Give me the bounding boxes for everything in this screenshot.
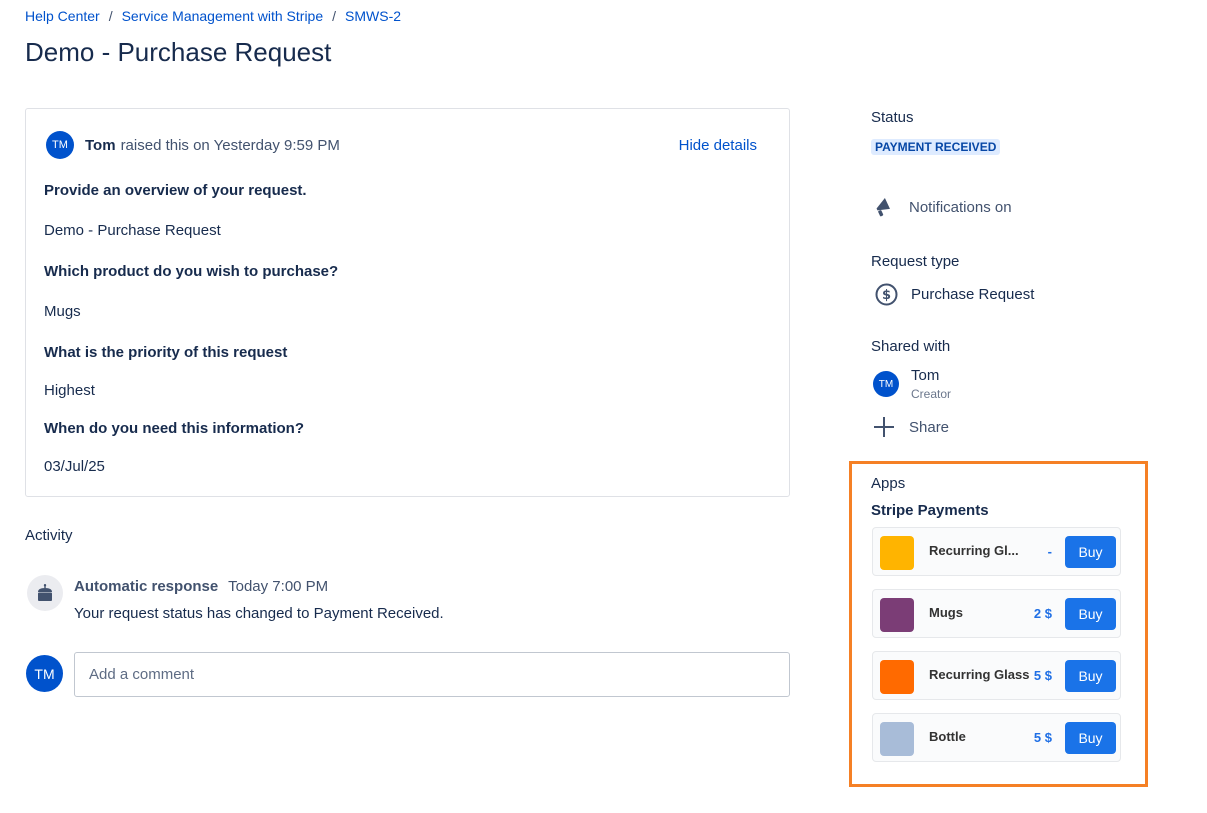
activity-entry-header: Automatic response Today 7:00 PM [74,578,328,595]
request-type-value: $ Purchase Request [875,283,1034,306]
shared-user: TM Tom Creator [873,367,951,401]
product-price: 2 $ [1033,606,1052,621]
hide-details-link[interactable]: Hide details [679,137,757,154]
activity-heading: Activity [25,527,73,544]
field-answer: 03/Jul/25 [44,458,105,475]
product-price: 5 $ [1033,730,1052,745]
shared-user-name: Tom [911,367,940,384]
field-answer: Mugs [44,303,81,320]
shared-with-label: Shared with [871,338,951,355]
status-badge: PAYMENT RECEIVED [871,139,1001,155]
product-name: Recurring Gl... [929,543,1019,558]
notifications-toggle[interactable]: Notifications on [873,197,1012,217]
avatar: TM [26,655,63,692]
activity-message: Your request status has changed to Payme… [74,605,444,622]
product-price: - [1047,544,1052,559]
field-question: When do you need this information? [44,420,304,437]
breadcrumb-help-center[interactable]: Help Center [25,8,100,24]
comment-input[interactable] [74,652,790,697]
product-row: Recurring Gl... - Buy [872,527,1121,576]
product-image [880,536,914,570]
product-row: Mugs 2 $ Buy [872,589,1121,638]
buy-button[interactable]: Buy [1065,660,1116,692]
field-question: Which product do you wish to purchase? [44,263,339,280]
avatar: TM [46,131,74,159]
buy-button[interactable]: Buy [1065,536,1116,568]
breadcrumb-project[interactable]: Service Management with Stripe [122,8,324,24]
breadcrumb-separator: / [332,8,337,24]
product-name: Mugs [929,605,963,620]
share-label: Share [909,418,950,436]
request-author-line: TM Tom raised this on Yesterday 9:59 PM [46,131,340,159]
product-image [880,660,914,694]
megaphone-icon [876,198,890,217]
share-button[interactable]: Share [873,416,949,438]
buy-button[interactable]: Buy [1065,598,1116,630]
breadcrumb-issue-key[interactable]: SMWS-2 [345,8,401,24]
request-type-text: Purchase Request [911,286,1035,303]
product-row: Bottle 5 $ Buy [872,713,1121,762]
raised-text: raised this on Yesterday 9:59 PM [120,136,340,154]
breadcrumb: Help Center / Service Management with St… [25,8,401,24]
field-question: Provide an overview of your request. [44,182,307,199]
dollar-circle-icon: $ [875,283,898,306]
request-details-card: TM Tom raised this on Yesterday 9:59 PM … [25,108,790,497]
product-row: Recurring Glass 5 $ Buy [872,651,1121,700]
author-name: Tom [85,136,116,154]
field-answer: Demo - Purchase Request [44,222,221,239]
apps-heading: Apps [871,475,906,492]
product-name: Recurring Glass [929,667,1030,682]
avatar: TM [873,371,899,397]
product-price: 5 $ [1033,668,1052,683]
svg-text:$: $ [882,288,891,303]
product-image [880,722,914,756]
field-question: What is the priority of this request [44,344,288,361]
shared-user-role: Creator [911,387,952,401]
product-image [880,598,914,632]
robot-icon [27,575,63,611]
product-name: Bottle [929,729,966,744]
activity-timestamp: Today 7:00 PM [228,578,329,595]
request-type-label: Request type [871,253,960,270]
plus-icon [874,417,894,437]
stripe-payments-heading: Stripe Payments [871,502,989,519]
notifications-label: Notifications on [909,198,1012,216]
buy-button[interactable]: Buy [1065,722,1116,754]
breadcrumb-separator: / [108,8,113,24]
status-label: Status [871,109,914,126]
page-title: Demo - Purchase Request [25,37,332,67]
stripe-payments-panel: Apps Stripe Payments Recurring Gl... - B… [849,461,1148,787]
field-answer: Highest [44,382,95,399]
activity-author: Automatic response [74,578,219,595]
